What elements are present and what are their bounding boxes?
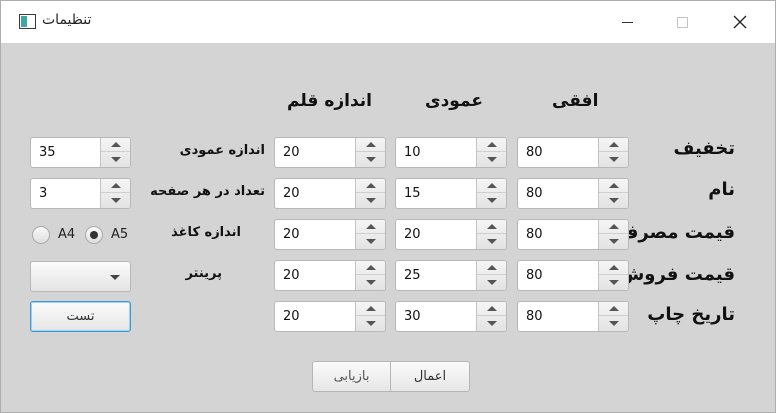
row-label-sale-price: قیمت فروش xyxy=(619,264,735,285)
spinner-per-page[interactable]: 3 xyxy=(30,178,131,209)
test-button[interactable]: تست xyxy=(30,301,131,332)
increment-button[interactable] xyxy=(101,138,130,152)
spinner-consumer-price-vertical[interactable]: 20 xyxy=(395,219,507,250)
decrement-button[interactable] xyxy=(477,152,506,166)
reset-button[interactable]: بازیابی xyxy=(312,361,391,392)
vertical-size-label: اندازه عمودی xyxy=(179,143,265,158)
maximize-button[interactable] xyxy=(659,1,705,43)
increment-button[interactable] xyxy=(477,302,506,316)
decrement-button[interactable] xyxy=(101,193,130,207)
header-horizontal: افقی xyxy=(552,91,599,111)
increment-button[interactable] xyxy=(356,138,385,152)
minimize-button[interactable] xyxy=(604,1,650,43)
spinner-discount-horizontal[interactable]: 80 xyxy=(517,137,629,168)
row-label-print-date: تاریخ چاپ xyxy=(647,304,735,325)
spinner-print-date-font-size[interactable]: 20 xyxy=(274,301,386,332)
increment-button[interactable] xyxy=(477,138,506,152)
radio-a4[interactable] xyxy=(32,226,50,244)
row-label-name: نام xyxy=(708,179,735,200)
chevron-down-icon xyxy=(110,275,120,280)
decrement-button[interactable] xyxy=(599,316,628,330)
spinner-name-horizontal[interactable]: 80 xyxy=(517,178,629,209)
decrement-button[interactable] xyxy=(477,275,506,289)
increment-button[interactable] xyxy=(356,179,385,193)
increment-button[interactable] xyxy=(599,302,628,316)
decrement-button[interactable] xyxy=(356,275,385,289)
increment-button[interactable] xyxy=(477,179,506,193)
spinner-sale-price-font-size[interactable]: 20 xyxy=(274,260,386,291)
radio-a5-label: A5 xyxy=(111,227,129,242)
spinner-print-date-vertical[interactable]: 30 xyxy=(395,301,507,332)
decrement-button[interactable] xyxy=(477,193,506,207)
increment-button[interactable] xyxy=(599,179,628,193)
title-bar: تنظیمات xyxy=(1,1,775,43)
increment-button[interactable] xyxy=(599,261,628,275)
settings-panel: افقی عمودی اندازه قلم تخفیف نام قیمت مصر… xyxy=(1,43,775,412)
per-page-label: تعداد در هر صفحه xyxy=(150,184,265,199)
close-icon xyxy=(733,15,747,29)
increment-button[interactable] xyxy=(356,302,385,316)
header-font-size: اندازه قلم xyxy=(287,91,372,111)
increment-button[interactable] xyxy=(599,220,628,234)
decrement-button[interactable] xyxy=(599,193,628,207)
spinner-consumer-price-horizontal[interactable]: 80 xyxy=(517,219,629,250)
increment-button[interactable] xyxy=(356,261,385,275)
increment-button[interactable] xyxy=(599,138,628,152)
increment-button[interactable] xyxy=(101,179,130,193)
spinner-name-vertical[interactable]: 15 xyxy=(395,178,507,209)
increment-button[interactable] xyxy=(477,220,506,234)
settings-window: تنظیمات افقی عمودی اندازه قلم تخفیف نام … xyxy=(0,0,776,413)
app-window-icon xyxy=(19,14,36,29)
spinner-print-date-horizontal[interactable]: 80 xyxy=(517,301,629,332)
decrement-button[interactable] xyxy=(356,152,385,166)
window-title: تنظیمات xyxy=(42,12,92,28)
header-vertical: عمودی xyxy=(425,91,483,111)
decrement-button[interactable] xyxy=(599,275,628,289)
minimize-icon xyxy=(621,21,633,23)
decrement-button[interactable] xyxy=(101,152,130,166)
decrement-button[interactable] xyxy=(356,234,385,248)
printer-label: پرینتر xyxy=(185,266,222,281)
radio-a5[interactable] xyxy=(85,226,103,244)
spinner-sale-price-vertical[interactable]: 25 xyxy=(395,260,507,291)
printer-select[interactable] xyxy=(30,261,131,292)
increment-button[interactable] xyxy=(477,261,506,275)
decrement-button[interactable] xyxy=(356,193,385,207)
radio-a4-label: A4 xyxy=(58,227,76,242)
decrement-button[interactable] xyxy=(477,234,506,248)
spinner-sale-price-horizontal[interactable]: 80 xyxy=(517,260,629,291)
apply-button[interactable]: اعمال xyxy=(390,361,470,392)
decrement-button[interactable] xyxy=(356,316,385,330)
row-label-discount: تخفیف xyxy=(673,138,735,159)
spinner-consumer-price-font-size[interactable]: 20 xyxy=(274,219,386,250)
maximize-icon xyxy=(676,16,688,28)
decrement-button[interactable] xyxy=(477,316,506,330)
radio-selected-dot xyxy=(90,231,98,239)
spinner-vertical-size[interactable]: 35 xyxy=(30,137,131,168)
spinner-discount-font-size[interactable]: 20 xyxy=(274,137,386,168)
row-label-consumer-price: قیمت مصرف xyxy=(617,222,735,243)
spinner-discount-vertical[interactable]: 10 xyxy=(395,137,507,168)
decrement-button[interactable] xyxy=(599,152,628,166)
spinner-name-font-size[interactable]: 20 xyxy=(274,178,386,209)
close-button[interactable] xyxy=(717,1,763,43)
decrement-button[interactable] xyxy=(599,234,628,248)
increment-button[interactable] xyxy=(356,220,385,234)
paper-size-label: اندازه کاغذ xyxy=(171,225,241,240)
